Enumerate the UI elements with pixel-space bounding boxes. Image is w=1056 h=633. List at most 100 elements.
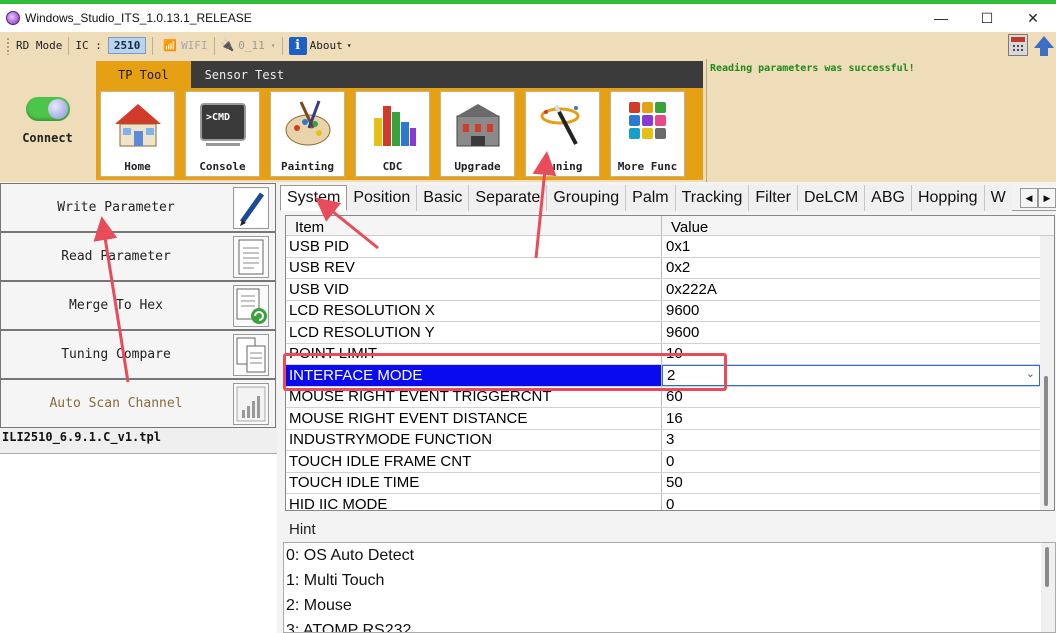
table-row[interactable]: USB VID 0x222A xyxy=(286,279,1040,301)
ic-value[interactable]: 2510 xyxy=(107,37,147,54)
connect-area[interactable]: Connect xyxy=(0,59,95,182)
cdc-label: CDC xyxy=(382,160,403,173)
tuning-tile[interactable]: Tuning xyxy=(525,91,600,177)
param-value[interactable]: 0 xyxy=(662,494,1040,510)
about-menu[interactable]: About xyxy=(310,39,343,52)
table-row[interactable]: TOUCH IDLE TIME 50 xyxy=(286,472,1040,494)
ribbon-tiles: Home >CMD Console Painting CDC Upgrade T… xyxy=(96,88,703,180)
console-tile[interactable]: >CMD Console xyxy=(185,91,260,177)
tuning-compare-button[interactable]: Tuning Compare xyxy=(0,330,276,379)
table-row[interactable]: POINT LIMIT 10 xyxy=(286,343,1040,365)
about-dropdown-icon[interactable]: ▾ xyxy=(347,41,352,50)
wifi-icon[interactable]: 📶 xyxy=(163,39,177,52)
tab-filter[interactable]: Filter xyxy=(749,185,798,211)
param-value[interactable]: 9600 xyxy=(662,301,1040,322)
param-value[interactable]: 50 xyxy=(662,473,1040,494)
auto-scan-channel-button[interactable]: Auto Scan Channel xyxy=(0,379,276,428)
read-parameter-button[interactable]: Read Parameter xyxy=(0,232,276,281)
tab-grouping[interactable]: Grouping xyxy=(547,185,627,211)
palette-icon xyxy=(285,100,331,146)
maximize-button[interactable]: ☐ xyxy=(964,4,1010,32)
merge-to-hex-button[interactable]: Merge To Hex xyxy=(0,281,276,330)
chevron-down-icon[interactable]: ⌄ xyxy=(1026,367,1035,380)
tab-scroll-right-icon[interactable]: ▶ xyxy=(1038,188,1056,208)
usb-icon[interactable]: 🔌 xyxy=(221,39,235,52)
param-value[interactable]: 0x222A xyxy=(662,279,1040,300)
more-func-tile[interactable]: More Func xyxy=(610,91,685,177)
upgrade-tile[interactable]: Upgrade xyxy=(440,91,515,177)
console-label: Console xyxy=(199,160,246,173)
tab-tracking[interactable]: Tracking xyxy=(675,185,750,211)
hint-line: 2: Mouse xyxy=(286,597,352,614)
tab-abg[interactable]: ABG xyxy=(865,185,912,211)
tuning-compare-label: Tuning Compare xyxy=(61,347,171,362)
param-value[interactable]: 16 xyxy=(662,408,1040,429)
console-icon: >CMD xyxy=(200,103,246,146)
minimize-button[interactable]: — xyxy=(918,4,964,32)
left-panel: Write Parameter Read Parameter Merge To … xyxy=(0,183,277,633)
param-name: HID IIC MODE xyxy=(286,494,662,510)
rd-mode-label[interactable]: RD Mode xyxy=(16,39,62,52)
home-label: Home xyxy=(124,160,151,173)
parameter-grid: Item Value USB PID 0x1 USB REV 0x2 USB VID… xyxy=(285,215,1055,511)
grid-scrollbar[interactable] xyxy=(1040,236,1054,510)
tab-delcm[interactable]: DeLCM xyxy=(797,185,866,211)
left-info-area xyxy=(0,453,277,633)
tab-system[interactable]: System xyxy=(280,185,348,211)
grid-scroll-thumb[interactable] xyxy=(1044,376,1048,506)
value-column-header[interactable]: Value xyxy=(662,216,708,235)
hint-scrollbar[interactable] xyxy=(1041,543,1055,632)
param-value[interactable]: 10 xyxy=(662,344,1040,365)
tab-palm[interactable]: Palm xyxy=(626,185,676,211)
item-column-header[interactable]: Item xyxy=(286,216,662,235)
table-row[interactable]: HID IIC MODE 0 xyxy=(286,494,1040,510)
param-value[interactable]: 60 xyxy=(662,387,1040,408)
compare-documents-icon xyxy=(233,334,269,376)
param-value[interactable]: 3 xyxy=(662,430,1040,451)
hint-scroll-thumb[interactable] xyxy=(1045,547,1049,587)
usb-dropdown-icon[interactable]: ▾ xyxy=(271,41,276,50)
ic-label: IC : xyxy=(75,39,102,52)
param-name: POINT LIMIT xyxy=(286,343,662,364)
param-value[interactable]: 0 xyxy=(662,451,1040,472)
calculator-icon[interactable] xyxy=(1008,34,1028,56)
param-value-dropdown[interactable]: 2 ⌄ xyxy=(662,365,1040,386)
painting-tile[interactable]: Painting xyxy=(270,91,345,177)
cdc-tile[interactable]: CDC xyxy=(355,91,430,177)
status-log: Reading parameters was successful! xyxy=(706,59,1056,182)
tab-scroll-left-icon[interactable]: ◀ xyxy=(1020,188,1038,208)
table-row[interactable]: MOUSE RIGHT EVENT DISTANCE 16 xyxy=(286,408,1040,430)
param-value[interactable]: 0x2 xyxy=(662,258,1040,279)
svg-text:>CMD: >CMD xyxy=(206,112,230,123)
table-row[interactable]: MOUSE RIGHT EVENT TRIGGERCNT 60 xyxy=(286,386,1040,408)
tab-hopping[interactable]: Hopping xyxy=(911,185,985,211)
table-row[interactable]: INDUSTRYMODE FUNCTION 3 xyxy=(286,429,1040,451)
tab-basic[interactable]: Basic xyxy=(417,185,470,211)
param-value[interactable]: 9600 xyxy=(662,322,1040,343)
home-tile[interactable]: Home xyxy=(100,91,175,177)
table-row-selected[interactable]: INTERFACE MODE 2 ⌄ xyxy=(286,365,1040,387)
tab-w[interactable]: W xyxy=(984,185,1012,211)
close-button[interactable]: ✕ xyxy=(1010,4,1056,32)
param-value: 2 xyxy=(667,366,676,384)
wifi-label[interactable]: WIFI xyxy=(181,39,208,52)
connect-label[interactable]: Connect xyxy=(22,131,73,145)
tab-separate[interactable]: Separate xyxy=(469,185,548,211)
connect-toggle-icon[interactable] xyxy=(25,96,70,121)
tab-sensor-test[interactable]: Sensor Test xyxy=(191,61,298,88)
param-value[interactable]: 0x1 xyxy=(662,236,1040,257)
table-row[interactable]: TOUCH IDLE FRAME CNT 0 xyxy=(286,451,1040,473)
info-icon[interactable]: i xyxy=(288,36,307,55)
tab-tp-tool[interactable]: TP Tool xyxy=(96,61,191,88)
factory-icon xyxy=(456,104,500,147)
usb-port-label[interactable]: 0_11 xyxy=(238,39,265,52)
window-title: Windows_Studio_ITS_1.0.13.1_RELEASE xyxy=(25,11,252,25)
table-row[interactable]: USB REV 0x2 xyxy=(286,257,1040,279)
table-row[interactable]: LCD RESOLUTION Y 9600 xyxy=(286,322,1040,344)
table-row[interactable]: USB PID 0x1 xyxy=(286,236,1040,258)
tab-position[interactable]: Position xyxy=(347,185,418,211)
document-refresh-icon xyxy=(233,285,269,327)
write-parameter-button[interactable]: Write Parameter xyxy=(0,183,276,232)
up-arrow-icon[interactable] xyxy=(1034,36,1054,56)
table-row[interactable]: LCD RESOLUTION X 9600 xyxy=(286,300,1040,322)
